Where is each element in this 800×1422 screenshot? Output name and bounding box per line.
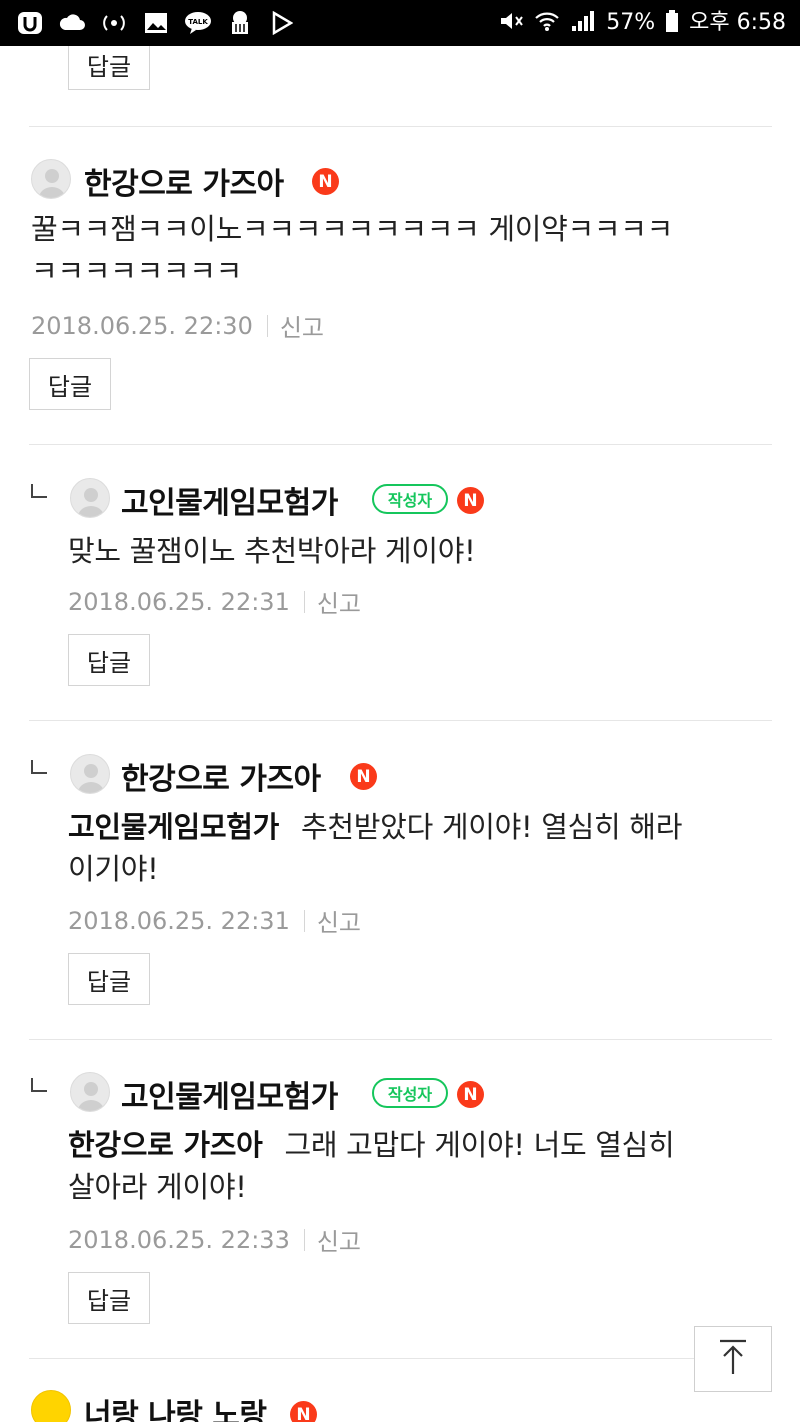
battery-percent: 57%: [606, 10, 656, 35]
author-badge: 작성자: [372, 484, 448, 514]
avatar[interactable]: [70, 478, 110, 518]
comment-meta: 2018.06.25. 22:31 신고: [68, 584, 361, 619]
comment-author[interactable]: 고인물게임모험가: [121, 478, 338, 522]
comment-text: 꿀ㅋㅋ잼ㅋㅋ이노ㅋㅋㅋㅋㅋㅋㅋㅋㅋ 게이약ㅋㅋㅋㅋ ㅋㅋㅋㅋㅋㅋㅋㅋ: [31, 208, 771, 292]
comment-author[interactable]: 너랑 나랑 노랑: [84, 1390, 267, 1422]
reply-button[interactable]: 답글: [68, 953, 150, 1005]
meta-separator: [303, 590, 305, 613]
divider: [29, 720, 772, 721]
comment-text-line: 살아라 게이야!: [68, 1170, 247, 1204]
clock: 오후 6:58: [689, 10, 786, 35]
comment-date: 2018.06.25. 22:30: [31, 311, 253, 340]
new-badge: N: [457, 1081, 484, 1108]
reply-indent-icon: [31, 760, 47, 774]
arrow-up-icon: [716, 1338, 750, 1380]
mention[interactable]: 한강으로 가즈아: [68, 1128, 263, 1162]
reply-indent-icon: [31, 484, 47, 498]
new-badge: N: [350, 763, 377, 790]
mention[interactable]: 고인물게임모험가: [68, 810, 279, 844]
reply-button[interactable]: 답글: [68, 1272, 150, 1324]
avatar[interactable]: [70, 754, 110, 794]
divider: [29, 1039, 772, 1040]
avatar[interactable]: [70, 1072, 110, 1112]
wifi-icon: [534, 9, 560, 38]
new-badge: N: [290, 1401, 317, 1422]
report-link[interactable]: 신고: [317, 1222, 361, 1257]
comment-text: 맞노 꿀잼이노 추천박아라 게이야!: [68, 534, 476, 568]
svg-text:TALK: TALK: [188, 18, 208, 26]
scroll-to-top-button[interactable]: [694, 1326, 772, 1392]
comment-author[interactable]: 고인물게임모험가: [121, 1072, 338, 1116]
meta-separator: [266, 314, 268, 337]
comment-date: 2018.06.25. 22:33: [68, 1225, 290, 1254]
comment-date: 2018.06.25. 22:31: [68, 587, 290, 616]
reply-button[interactable]: 답글: [29, 358, 111, 410]
status-bar: TALK 57% 오후 6:58: [0, 0, 800, 46]
meta-separator: [303, 1228, 305, 1251]
reply-indent-icon: [31, 1078, 47, 1092]
comment-meta: 2018.06.25. 22:33 신고: [68, 1222, 361, 1257]
comment-meta: 2018.06.25. 22:30 신고: [31, 308, 324, 343]
comment-text-line: 추천받았다 게이야! 열심히 해라: [301, 810, 683, 844]
comment-author[interactable]: 한강으로 가즈아: [84, 159, 284, 203]
kakaotalk-icon: TALK: [184, 11, 212, 35]
battery-icon: [665, 9, 679, 38]
divider: [29, 126, 772, 127]
hotspot-icon: [100, 11, 128, 35]
divider: [29, 444, 772, 445]
mute-icon: [498, 9, 524, 38]
comment-text: 한강으로 가즈아 그래 고맙다 게이야! 너도 열심히 살아라 게이야!: [68, 1124, 778, 1208]
comment-text: 고인물게임모험가 추천받았다 게이야! 열심히 해라 이기야!: [68, 806, 778, 890]
comment-author[interactable]: 한강으로 가즈아: [121, 754, 321, 798]
comment-meta: 2018.06.25. 22:31 신고: [68, 903, 361, 938]
play-store-icon: [268, 11, 296, 35]
reply-button[interactable]: 답글: [68, 46, 150, 90]
comment-text-line: 그래 고맙다 게이야! 너도 열심히: [284, 1128, 675, 1162]
comment-text-line: 꿀ㅋㅋ잼ㅋㅋ이노ㅋㅋㅋㅋㅋㅋㅋㅋㅋ 게이약ㅋㅋㅋㅋ: [31, 212, 674, 246]
gallery-icon: [142, 11, 170, 35]
comment-list: 답글 한강으로 가즈아 N 꿀ㅋㅋ잼ㅋㅋ이노ㅋㅋㅋㅋㅋㅋㅋㅋㅋ 게이약ㅋㅋㅋㅋ …: [0, 46, 800, 1422]
report-link[interactable]: 신고: [280, 308, 324, 343]
comment-date: 2018.06.25. 22:31: [68, 906, 290, 935]
avatar[interactable]: [31, 159, 71, 199]
meta-separator: [303, 909, 305, 932]
pastry-icon: [226, 11, 254, 35]
report-link[interactable]: 신고: [317, 903, 361, 938]
author-badge: 작성자: [372, 1078, 448, 1108]
comment-text-line: ㅋㅋㅋㅋㅋㅋㅋㅋ: [31, 254, 243, 288]
divider: [29, 1358, 772, 1359]
reply-button[interactable]: 답글: [68, 634, 150, 686]
signal-icon: [570, 9, 596, 38]
report-link[interactable]: 신고: [317, 584, 361, 619]
cloud-icon: [58, 11, 86, 35]
avatar[interactable]: [31, 1390, 71, 1422]
u-plus-icon: [16, 11, 44, 35]
new-badge: N: [457, 487, 484, 514]
comment-text-line: 이기야!: [68, 852, 159, 886]
new-badge: N: [312, 168, 339, 195]
